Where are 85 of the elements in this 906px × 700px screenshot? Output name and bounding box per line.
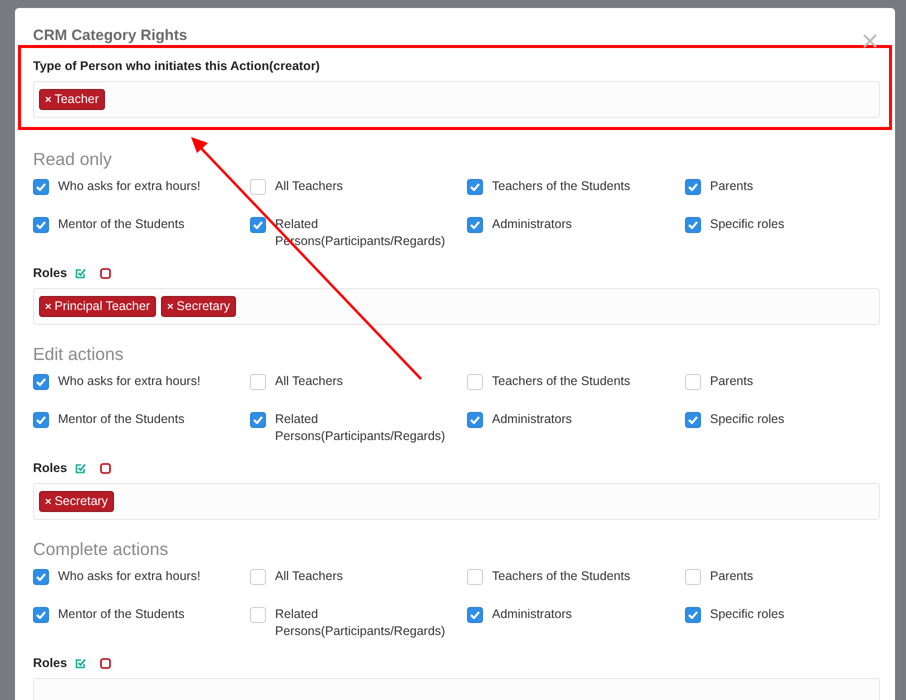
- checkbox[interactable]: [250, 607, 266, 623]
- clear-all-icon[interactable]: [100, 268, 112, 279]
- field-label: Roles: [33, 460, 68, 477]
- checkbox[interactable]: [467, 412, 483, 428]
- select-all-icon[interactable]: [75, 268, 86, 279]
- checkbox-label: All Teachers: [275, 178, 343, 195]
- checkbox[interactable]: [467, 374, 483, 390]
- checkmark-icon: [36, 416, 46, 424]
- checkbox[interactable]: [33, 374, 49, 390]
- checkbox[interactable]: [33, 412, 49, 428]
- checkbox[interactable]: [467, 569, 483, 585]
- checkmark-icon: [470, 221, 480, 229]
- checkbox[interactable]: [685, 374, 701, 390]
- checkbox-label: Parents: [710, 568, 754, 585]
- checkbox-label: Specific roles: [710, 606, 784, 623]
- checkbox-label: Parents: [710, 178, 754, 195]
- checkbox[interactable]: [250, 374, 266, 390]
- checkbox-label: Teachers of the Students: [492, 178, 630, 195]
- section-title: Edit actions: [33, 342, 124, 366]
- checkbox-label: Related Persons(Participants/Regards): [275, 411, 446, 445]
- checkbox-label: Specific roles: [710, 216, 784, 233]
- checkbox[interactable]: [33, 569, 49, 585]
- clear-all-icon[interactable]: [100, 658, 112, 669]
- checkbox-label: Who asks for extra hours!: [58, 373, 200, 390]
- checkmark-icon: [688, 221, 698, 229]
- checkbox-label: Administrators: [492, 411, 572, 428]
- clear-all-icon[interactable]: [100, 462, 112, 474]
- tag-chip[interactable]: × Teacher: [39, 88, 105, 110]
- checkbox-label: Mentor of the Students: [58, 216, 184, 233]
- checkbox[interactable]: [250, 569, 266, 585]
- checkbox[interactable]: [685, 179, 701, 195]
- checkbox[interactable]: [33, 179, 49, 195]
- checkbox[interactable]: [33, 607, 49, 623]
- tag-chip[interactable]: × Principal Teacher: [39, 296, 156, 317]
- checkmark-icon: [688, 611, 698, 619]
- checkbox-label: Parents: [710, 373, 754, 390]
- checkmark-icon: [36, 611, 46, 619]
- dialog-title: CRM Category Rights: [33, 26, 188, 46]
- checkbox-label: All Teachers: [275, 373, 343, 390]
- checkbox-label: Related Persons(Participants/Regards): [275, 606, 446, 640]
- section-title: Complete actions: [33, 538, 170, 561]
- checkbox[interactable]: [250, 179, 266, 195]
- checkmark-icon: [470, 611, 480, 619]
- field-label: Roles: [33, 655, 68, 672]
- checkmark-icon: [470, 183, 480, 191]
- checkbox[interactable]: [685, 569, 701, 585]
- checkmark-icon: [253, 416, 263, 424]
- checkbox-label: Mentor of the Students: [58, 606, 184, 623]
- checkbox[interactable]: [467, 217, 483, 233]
- checkbox[interactable]: [685, 217, 701, 233]
- checkbox-label: All Teachers: [275, 568, 343, 585]
- checkbox-label: Administrators: [492, 216, 572, 233]
- checkmark-icon: [253, 221, 263, 229]
- select-all-icon[interactable]: [75, 462, 86, 474]
- tag-chip[interactable]: × Secretary: [161, 296, 236, 317]
- checkbox-label: Who asks for extra hours!: [58, 568, 200, 585]
- field-label: Roles: [33, 265, 68, 282]
- checkmark-icon: [688, 183, 698, 191]
- checkbox-label: Teachers of the Students: [492, 373, 630, 390]
- tag-field[interactable]: × Principal Teacher × Secretary: [33, 288, 880, 325]
- select-all-icon[interactable]: [75, 658, 86, 669]
- field-label: Type of Person who initiates this Action(creator): [33, 58, 320, 75]
- checkbox[interactable]: [250, 217, 266, 233]
- checkbox-label: Teachers of the Students: [492, 568, 630, 585]
- checkbox-label: Administrators: [492, 606, 572, 623]
- checkmark-icon: [36, 221, 46, 229]
- section-title: Read only: [33, 148, 113, 171]
- checkmark-icon: [36, 183, 46, 191]
- checkbox-label: Specific roles: [710, 411, 784, 428]
- tag-field[interactable]: × Teacher: [33, 80, 880, 118]
- checkmark-icon: [470, 416, 480, 424]
- checkmark-icon: [36, 378, 46, 386]
- checkbox[interactable]: [250, 412, 266, 428]
- checkmark-icon: [36, 573, 46, 581]
- checkbox[interactable]: [685, 607, 701, 623]
- close-icon[interactable]: [863, 34, 877, 48]
- checkbox[interactable]: [467, 179, 483, 195]
- checkbox[interactable]: [685, 412, 701, 428]
- checkbox-label: Mentor of the Students: [58, 411, 184, 428]
- checkbox-label: Who asks for extra hours!: [58, 178, 200, 195]
- checkmark-icon: [688, 416, 698, 424]
- checkbox[interactable]: [467, 607, 483, 623]
- checkbox[interactable]: [33, 217, 49, 233]
- tag-field[interactable]: × Secretary: [33, 482, 880, 520]
- tag-chip[interactable]: × Secretary: [39, 490, 114, 512]
